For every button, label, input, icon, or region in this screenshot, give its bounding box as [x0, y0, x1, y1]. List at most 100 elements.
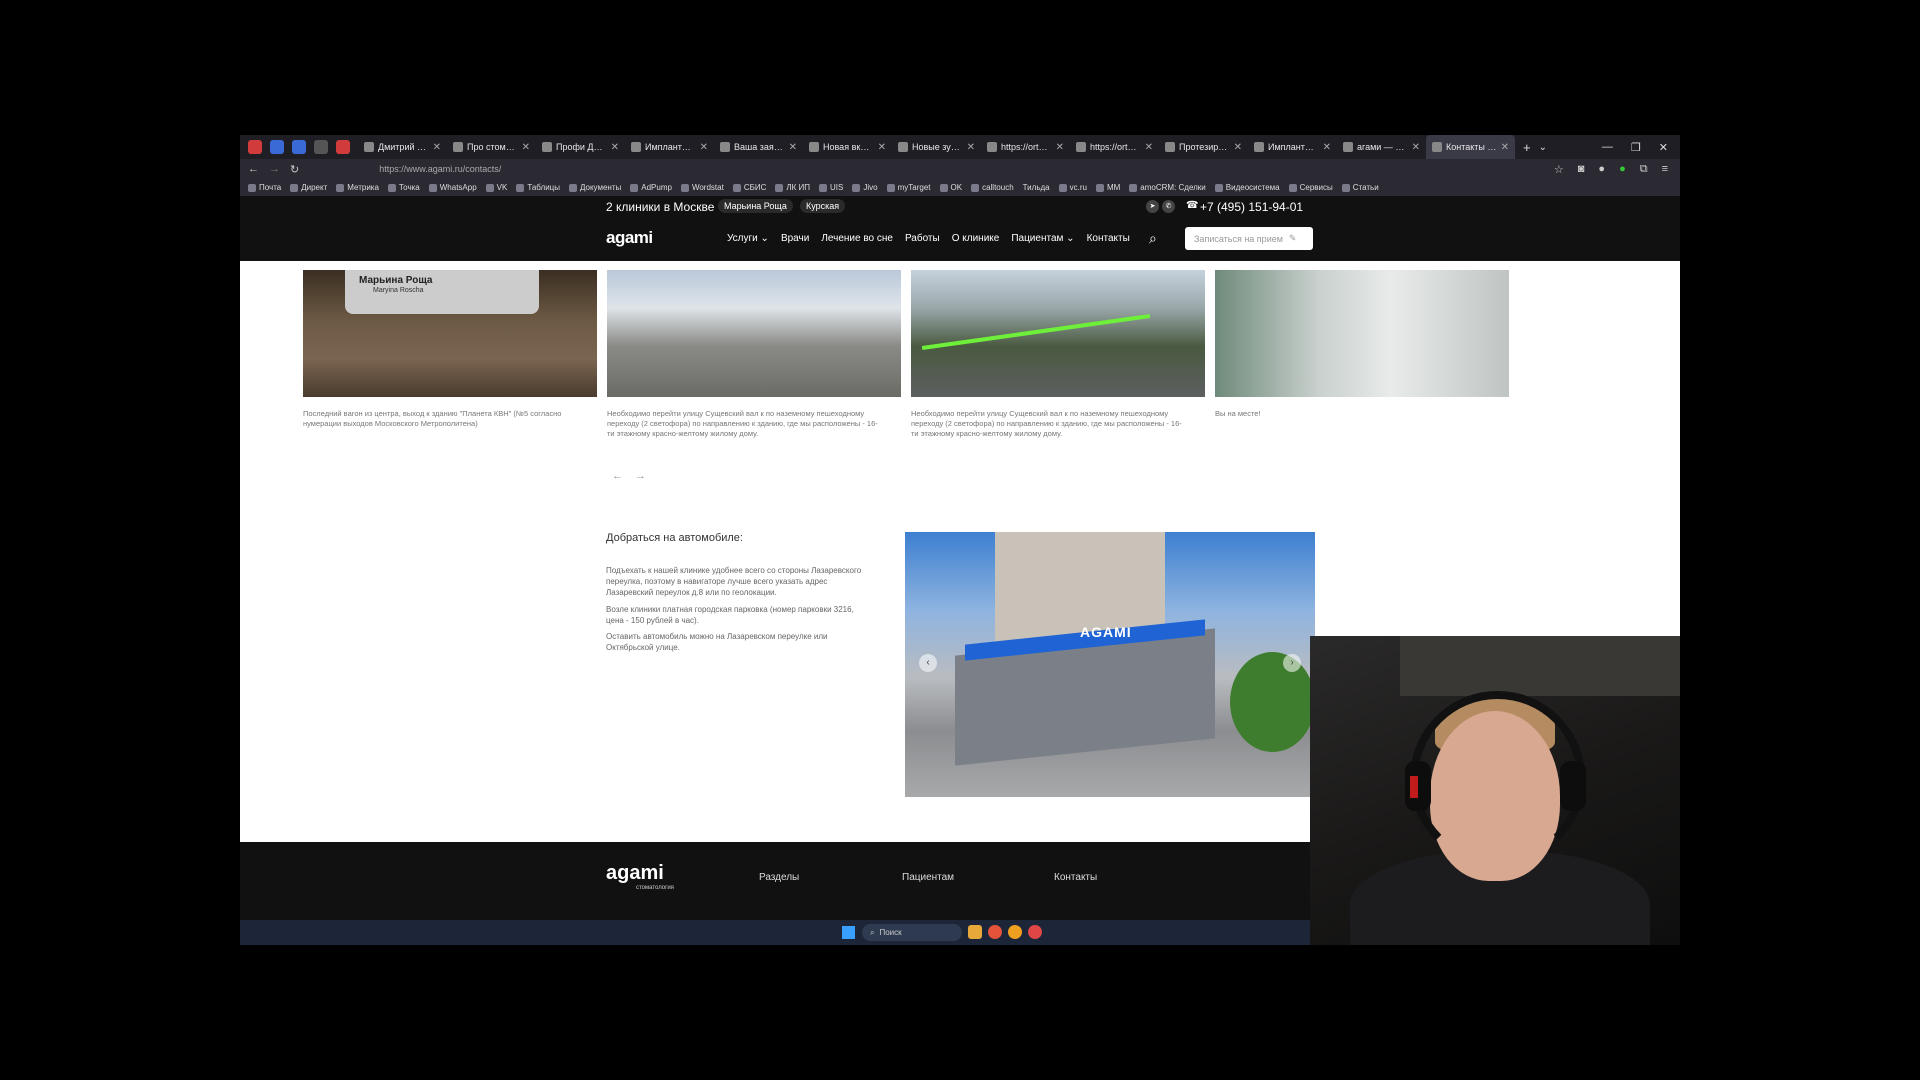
window-close-icon[interactable]: ✕: [1659, 141, 1668, 154]
tab-close-icon[interactable]: ✕: [433, 142, 441, 153]
tab-close-icon[interactable]: ✕: [967, 142, 975, 153]
forward-icon[interactable]: →: [269, 163, 280, 175]
bookmark-item[interactable]: Документы: [569, 183, 621, 192]
menu-icon[interactable]: ≡: [1662, 163, 1668, 176]
browser-tab[interactable]: агами — Яндекс ✕: [1337, 135, 1426, 159]
menu-item-works[interactable]: Работы: [905, 233, 940, 244]
bookmark-item[interactable]: myTarget: [886, 183, 931, 192]
bookmark-item[interactable]: Таблицы: [516, 183, 560, 192]
tab-list-icon[interactable]: ⌄: [1539, 142, 1547, 153]
browser-tab-active[interactable]: Контакты стомат ✕: [1426, 135, 1515, 159]
new-tab-icon[interactable]: +: [1515, 140, 1539, 155]
browser-tab[interactable]: Имплантация | ка ✕: [1248, 135, 1337, 159]
browser-tab[interactable]: https://ortodont ✕: [981, 135, 1070, 159]
browser-tab[interactable]: Ваша заявка отпр ✕: [714, 135, 803, 159]
bookmark-item[interactable]: Тильда: [1023, 183, 1050, 192]
back-icon[interactable]: ←: [248, 163, 259, 175]
bookmark-folder[interactable]: Видеосистема: [1214, 183, 1280, 192]
bookmark-item[interactable]: VK: [485, 183, 507, 192]
browser-tab[interactable]: Протезирование ✕: [1159, 135, 1248, 159]
browser-tab[interactable]: Про стоматологию ✕: [447, 135, 536, 159]
pinned-brush-icon[interactable]: [314, 140, 328, 154]
browser-tab[interactable]: Профи Дент — Ц ✕: [536, 135, 625, 159]
prev-arrow-icon[interactable]: ←: [612, 470, 623, 482]
photo-next-icon[interactable]: ›: [1283, 654, 1301, 672]
windows-start-icon[interactable]: [842, 926, 855, 939]
pocket-icon[interactable]: ◙: [1578, 163, 1585, 176]
menu-item-services[interactable]: Услуги ⌄: [727, 233, 769, 244]
bookmark-item[interactable]: vc.ru: [1058, 183, 1087, 192]
bookmark-item[interactable]: Wordstat: [680, 183, 724, 192]
yandex-icon[interactable]: [1008, 925, 1022, 939]
appointment-input[interactable]: Записаться на прием ✎: [1185, 227, 1313, 250]
restore-icon[interactable]: ❐: [1631, 141, 1641, 154]
telegram-icon[interactable]: ➤: [1146, 200, 1159, 213]
tab-close-icon[interactable]: ✕: [1234, 142, 1242, 153]
account-icon[interactable]: ●: [1598, 163, 1605, 176]
menu-item-about[interactable]: О клинике: [952, 233, 1000, 244]
metro-chip[interactable]: Марьина Роща: [718, 199, 793, 213]
browser-tab[interactable]: Имплантация зуб ✕: [625, 135, 714, 159]
whatsapp-icon[interactable]: ✆: [1162, 200, 1175, 213]
bookmark-item[interactable]: MM: [1095, 183, 1120, 192]
bookmark-folder[interactable]: Статьи: [1341, 183, 1379, 192]
reload-icon[interactable]: ↻: [290, 163, 299, 176]
bookmark-item[interactable]: Почта: [248, 183, 281, 192]
bookmark-star-icon[interactable]: ☆: [1554, 163, 1564, 176]
tab-favicon-icon: [1432, 142, 1442, 152]
browser-tab[interactable]: Новые зубы за 24 ✕: [892, 135, 981, 159]
bookmark-item[interactable]: СБИС: [732, 183, 766, 192]
bookmark-item[interactable]: Метрика: [336, 183, 379, 192]
menu-item-contacts[interactable]: Контакты: [1087, 233, 1130, 244]
tab-close-icon[interactable]: ✕: [1056, 142, 1064, 153]
address-bar[interactable]: https://www.agami.ru/contacts/: [379, 164, 501, 174]
bookmark-item[interactable]: WhatsApp: [428, 183, 477, 192]
bookmark-item[interactable]: Jivo: [852, 183, 878, 192]
extensions-puzzle-icon[interactable]: ⧉: [1640, 163, 1648, 176]
bookmark-item[interactable]: calltouch: [971, 183, 1014, 192]
footer-logo[interactable]: agami: [606, 862, 664, 885]
firefox-icon[interactable]: [988, 925, 1002, 939]
tab-close-icon[interactable]: ✕: [1145, 142, 1153, 153]
pinned-doc-icon[interactable]: [292, 140, 306, 154]
tab-close-icon[interactable]: ✕: [1323, 142, 1331, 153]
tab-close-icon[interactable]: ✕: [1501, 142, 1509, 153]
photo-prev-icon[interactable]: ‹: [919, 654, 937, 672]
taskbar-search[interactable]: ⌕ Поиск: [862, 924, 962, 941]
bookmark-item[interactable]: OK: [939, 183, 962, 192]
browser-tab[interactable]: Дмитрий Бодров ✕: [358, 135, 447, 159]
tab-favicon-icon: [1343, 142, 1353, 152]
site-logo[interactable]: agami: [606, 228, 653, 248]
menu-item-patients[interactable]: Пациентам ⌄: [1011, 233, 1074, 244]
bookmark-item[interactable]: AdPump: [630, 183, 672, 192]
tab-close-icon[interactable]: ✕: [700, 142, 708, 153]
next-arrow-icon[interactable]: →: [635, 470, 646, 482]
tab-close-icon[interactable]: ✕: [789, 142, 797, 153]
bookmark-folder[interactable]: Сервисы: [1288, 183, 1333, 192]
phone-number[interactable]: +7 (495) 151-94-01: [1200, 200, 1303, 214]
tab-close-icon[interactable]: ✕: [522, 142, 530, 153]
minimize-icon[interactable]: —: [1602, 141, 1613, 154]
bookmark-item[interactable]: Директ: [290, 183, 327, 192]
metro-chip[interactable]: Курская: [800, 199, 846, 213]
bookmark-item[interactable]: ЛК ИП: [775, 183, 810, 192]
tab-close-icon[interactable]: ✕: [611, 142, 619, 153]
bookmark-item[interactable]: Точка: [387, 183, 420, 192]
tab-close-icon[interactable]: ✕: [1412, 142, 1420, 153]
pinned-doc-icon[interactable]: [270, 140, 284, 154]
file-explorer-icon[interactable]: [968, 925, 982, 939]
search-icon[interactable]: ⌕: [1149, 230, 1157, 247]
browser-tab[interactable]: Новая вкладка ✕: [803, 135, 892, 159]
site-top-bar: 2 клиники в Москве Марьина Роща Курская …: [240, 196, 1680, 218]
pinned-app-icon[interactable]: [248, 140, 262, 154]
browser-tab[interactable]: https://ortodont ✕: [1070, 135, 1159, 159]
app-icon[interactable]: [1028, 925, 1042, 939]
tab-close-icon[interactable]: ✕: [878, 142, 886, 153]
bookmark-item[interactable]: UIS: [819, 183, 843, 192]
pinned-pin-icon[interactable]: [336, 140, 350, 154]
bookmark-item[interactable]: amoCRM: Сделки: [1129, 183, 1206, 192]
menu-item-doctors[interactable]: Врачи: [781, 233, 809, 244]
extension-icon[interactable]: ●: [1619, 163, 1626, 176]
tab-title: Протезирование: [1179, 142, 1230, 152]
menu-item-sedation[interactable]: Лечение во сне: [821, 233, 893, 244]
